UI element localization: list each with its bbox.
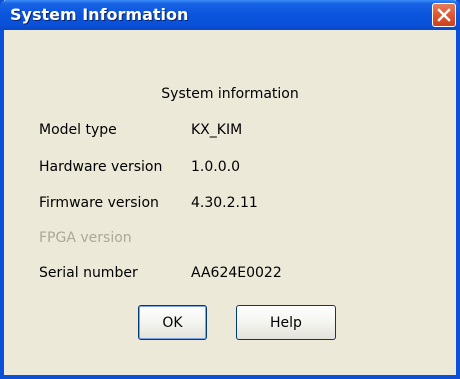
- close-icon: [437, 8, 451, 22]
- system-information-dialog: System Information System information Mo…: [0, 0, 460, 379]
- firmware-version-value: 4.30.2.11: [191, 195, 258, 211]
- help-button[interactable]: Help: [236, 305, 336, 340]
- firmware-version-label: Firmware version: [39, 195, 159, 211]
- info-row-firmware-version: Firmware version 4.30.2.11: [39, 195, 258, 211]
- serial-number-label: Serial number: [39, 265, 138, 281]
- hardware-version-label: Hardware version: [39, 159, 163, 175]
- hardware-version-value: 1.0.0.0: [191, 159, 240, 175]
- fpga-version-label: FPGA version: [39, 230, 132, 246]
- model-type-label: Model type: [39, 122, 117, 138]
- model-type-value: KX_KIM: [191, 122, 243, 138]
- title-bar[interactable]: System Information: [0, 0, 460, 30]
- dialog-body: System information Model type KX_KIM Har…: [4, 30, 456, 375]
- serial-number-value: AA624E0022: [191, 265, 282, 281]
- window-title: System Information: [10, 5, 189, 24]
- info-row-serial-number: Serial number AA624E0022: [39, 265, 282, 281]
- info-row-model-type: Model type KX_KIM: [39, 122, 242, 138]
- info-row-hardware-version: Hardware version 1.0.0.0: [39, 159, 240, 175]
- info-row-fpga-version: FPGA version: [39, 230, 132, 246]
- ok-button[interactable]: OK: [138, 305, 207, 340]
- close-button[interactable]: [432, 3, 456, 27]
- section-heading: System information: [161, 86, 299, 102]
